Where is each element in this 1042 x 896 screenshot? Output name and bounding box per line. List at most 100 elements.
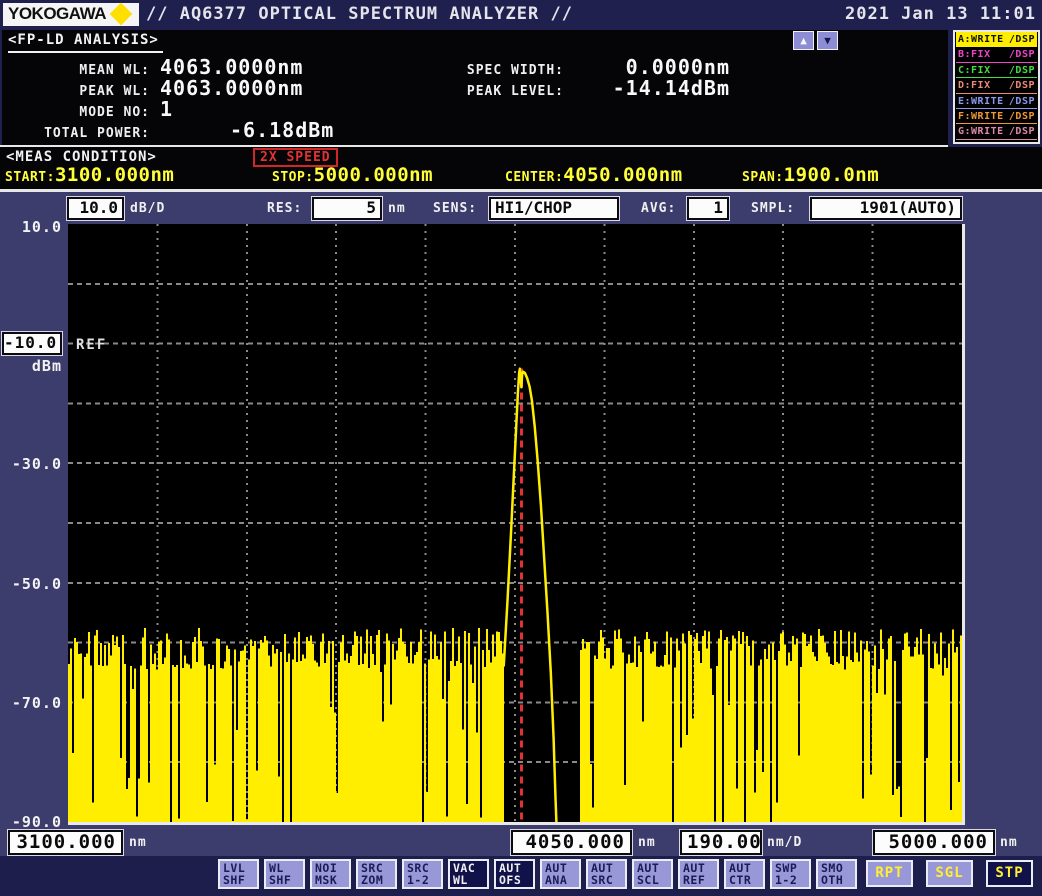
trace-row-b[interactable]: B:FIX/DSP xyxy=(956,47,1037,62)
trace-mode: /DSP xyxy=(1009,48,1035,60)
softkey-src-1-2[interactable]: SRC1-2 xyxy=(402,859,443,889)
sens-field[interactable]: HI1/CHOP xyxy=(489,197,619,220)
y-axis-label: -90.0 xyxy=(2,813,62,831)
osa-screen: YOKOGAWA // AQ6377 OPTICAL SPECTRUM ANAL… xyxy=(0,0,1042,896)
softkey-swp-1-2[interactable]: SWP1-2 xyxy=(770,859,811,889)
smpl-label: SMPL: xyxy=(751,201,795,216)
trace-row-c[interactable]: C:FIX/DSP xyxy=(956,63,1037,78)
trace-name: F:WRITE xyxy=(958,110,1004,122)
trace-name: A:WRITE xyxy=(958,33,1004,46)
avg-label: AVG: xyxy=(641,201,676,216)
meas-center: CENTER:4050.000nm xyxy=(505,164,683,186)
res-field[interactable]: 5 xyxy=(312,197,382,220)
analysis-title: <FP-LD ANALYSIS> xyxy=(8,32,163,53)
meas-value: 5000.000nm xyxy=(314,164,433,186)
field-value: -6.18dBm xyxy=(230,118,334,142)
trace-name: B:FIX xyxy=(958,48,991,60)
softkey-lvl-shf[interactable]: LVLSHF xyxy=(218,859,259,889)
softkey-aut-ctr[interactable]: AUTCTR xyxy=(724,859,765,889)
field-mode-no: MODE NO:1 xyxy=(2,97,173,119)
trace-name: C:FIX xyxy=(958,64,991,76)
ref-level-field[interactable]: -10.0 xyxy=(2,332,62,355)
field-label: TOTAL POWER: xyxy=(2,126,150,141)
trace-row-f[interactable]: F:WRITE/DSP xyxy=(956,109,1037,124)
scroll-up-icon[interactable]: ▲ xyxy=(793,31,814,50)
level-scale-field[interactable]: 10.0 xyxy=(67,197,124,220)
ref-level-label: REF xyxy=(76,337,107,353)
softkey-vac-wl[interactable]: VACWL xyxy=(448,859,489,889)
trace-row-a[interactable]: A:WRITE/DSP xyxy=(956,32,1037,47)
meas-value: 3100.000nm xyxy=(55,164,174,186)
softkey-sgl[interactable]: SGL xyxy=(926,860,973,887)
scale-per-div-field[interactable]: 190.00 xyxy=(680,830,762,855)
top-section: YOKOGAWA // AQ6377 OPTICAL SPECTRUM ANAL… xyxy=(0,0,1042,191)
scroll-down-icon[interactable]: ▼ xyxy=(817,31,838,50)
meas-label: STOP: xyxy=(272,170,314,185)
meas-value: 4050.000nm xyxy=(563,164,682,186)
smpl-field[interactable]: 1901(AUTO) xyxy=(810,197,962,220)
trace-name: G:WRITE xyxy=(958,125,1004,137)
field-total-power: TOTAL POWER: -6.18dBm xyxy=(2,118,334,140)
sens-label: SENS: xyxy=(433,201,477,216)
meas-stop: STOP:5000.000nm xyxy=(272,164,433,186)
meas-title: <MEAS CONDITION> xyxy=(6,149,157,165)
start-wl-unit: nm xyxy=(129,835,147,850)
softkey-aut-scl[interactable]: AUTSCL xyxy=(632,859,673,889)
softkey-aut-ref[interactable]: AUTREF xyxy=(678,859,719,889)
softkey-band: LVLSHFWLSHFNOIMSKSRCZOMSRC1-2VACWLAUTOFS… xyxy=(0,856,1042,896)
stop-wl-field[interactable]: 5000.000 xyxy=(873,830,995,855)
meas-label: START: xyxy=(5,170,55,185)
field-label: PEAK LEVEL: xyxy=(432,84,564,99)
softkey-wl-shf[interactable]: WLSHF xyxy=(264,859,305,889)
meas-label: SPAN: xyxy=(742,170,784,185)
scale-per-div-unit: nm/D xyxy=(767,835,802,850)
field-mean-wl: MEAN WL:4063.0000nm xyxy=(2,55,303,77)
trace-legend-panel: A:WRITE/DSPB:FIX/DSPC:FIX/DSPD:FIX/DSPE:… xyxy=(953,30,1040,144)
meas-span: SPAN:1900.0nm xyxy=(742,164,879,186)
trace-mode: /DSP xyxy=(1009,110,1035,122)
start-wl-field[interactable]: 3100.000 xyxy=(8,830,123,855)
spectrum-plot: REF xyxy=(68,224,962,822)
softkey-aut-ofs[interactable]: AUTOFS xyxy=(494,859,535,889)
datetime: 2021 Jan 13 11:01 xyxy=(845,4,1036,24)
softkey-aut-ana[interactable]: AUTANA xyxy=(540,859,581,889)
softkey-rpt[interactable]: RPT xyxy=(866,860,913,887)
trace-mode: /DSP xyxy=(1009,95,1035,107)
trace-mode: /DSP xyxy=(1009,64,1035,76)
softkey-noi-msk[interactable]: NOIMSK xyxy=(310,859,351,889)
trace-mode: /DSP xyxy=(1009,125,1035,137)
field-value: -14.14dBm xyxy=(572,76,730,100)
trace-row-g[interactable]: G:WRITE/DSP xyxy=(956,124,1037,139)
trace-name: D:FIX xyxy=(958,79,991,91)
level-scale-unit: dB/D xyxy=(130,201,165,216)
y-axis-label-top: 10.0 xyxy=(2,218,62,236)
softkey-aut-src[interactable]: AUTSRC xyxy=(586,859,627,889)
res-unit: nm xyxy=(388,201,406,216)
field-spec-width: SPEC WIDTH:0.0000nm xyxy=(432,55,730,77)
meas-condition-strip: <MEAS CONDITION> 2X SPEED START:3100.000… xyxy=(0,147,1042,189)
field-value: 4063.0000nm xyxy=(160,76,303,100)
softkey-stp[interactable]: STP xyxy=(986,860,1033,887)
trace-scroll-buttons: ▲ ▼ xyxy=(793,31,838,50)
res-label: RES: xyxy=(267,201,302,216)
function-softkeys: LVLSHFWLSHFNOIMSKSRCZOMSRC1-2VACWLAUTOFS… xyxy=(218,859,857,889)
softkey-smo-oth[interactable]: SMOOTH xyxy=(816,859,857,889)
meas-label: CENTER: xyxy=(505,170,563,185)
trace-mode: /DSP xyxy=(1009,33,1035,46)
y-axis-label: -70.0 xyxy=(2,694,62,712)
stop-wl-unit: nm xyxy=(1000,835,1018,850)
meas-start: START:3100.000nm xyxy=(5,164,174,186)
trace-name: E:WRITE xyxy=(958,95,1004,107)
softkey-src-zom[interactable]: SRCZOM xyxy=(356,859,397,889)
center-wl-unit: nm xyxy=(638,835,656,850)
trace-row-e[interactable]: E:WRITE/DSP xyxy=(956,94,1037,109)
sweep-softkeys: RPT SGL STP xyxy=(866,860,1033,887)
avg-field[interactable]: 1 xyxy=(687,197,729,220)
y-axis-label: -50.0 xyxy=(2,575,62,593)
trace-row-d[interactable]: D:FIX/DSP xyxy=(956,78,1037,93)
separator xyxy=(0,189,1042,192)
center-wl-field[interactable]: 4050.000 xyxy=(511,830,632,855)
page-title: // AQ6377 OPTICAL SPECTRUM ANALYZER // xyxy=(146,4,573,24)
y-axis-label: -30.0 xyxy=(2,455,62,473)
trace-mode: /DSP xyxy=(1009,79,1035,91)
